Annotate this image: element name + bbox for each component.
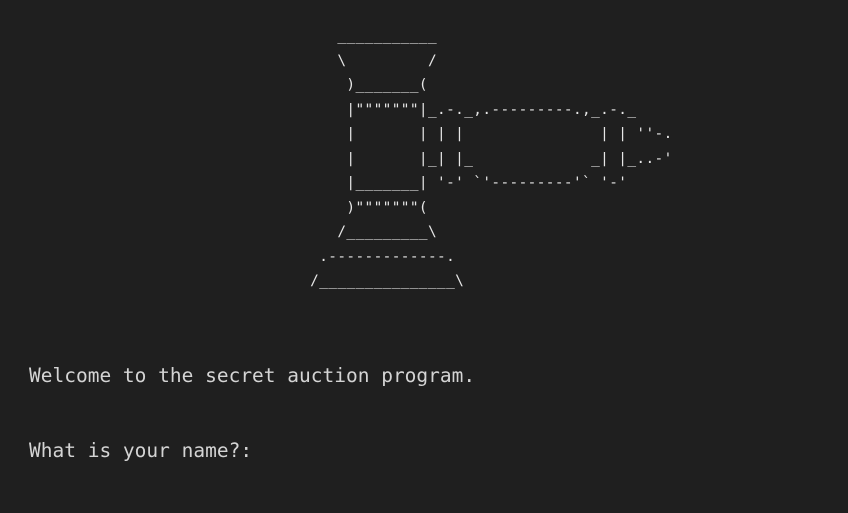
terminal-output: Welcome to the secret auction program. W… bbox=[29, 313, 552, 513]
welcome-message: Welcome to the secret auction program. bbox=[29, 364, 476, 387]
terminal-window[interactable]: ___________ \ / )_______( |"""""""|_.-._… bbox=[0, 0, 848, 462]
name-prompt: What is your name?: bbox=[29, 439, 253, 462]
gavel-ascii-art: ___________ \ / )_______( |"""""""|_.-._… bbox=[310, 28, 673, 289]
name-prompt-line: What is your name?: bbox=[29, 438, 552, 463]
name-input[interactable] bbox=[252, 440, 552, 462]
